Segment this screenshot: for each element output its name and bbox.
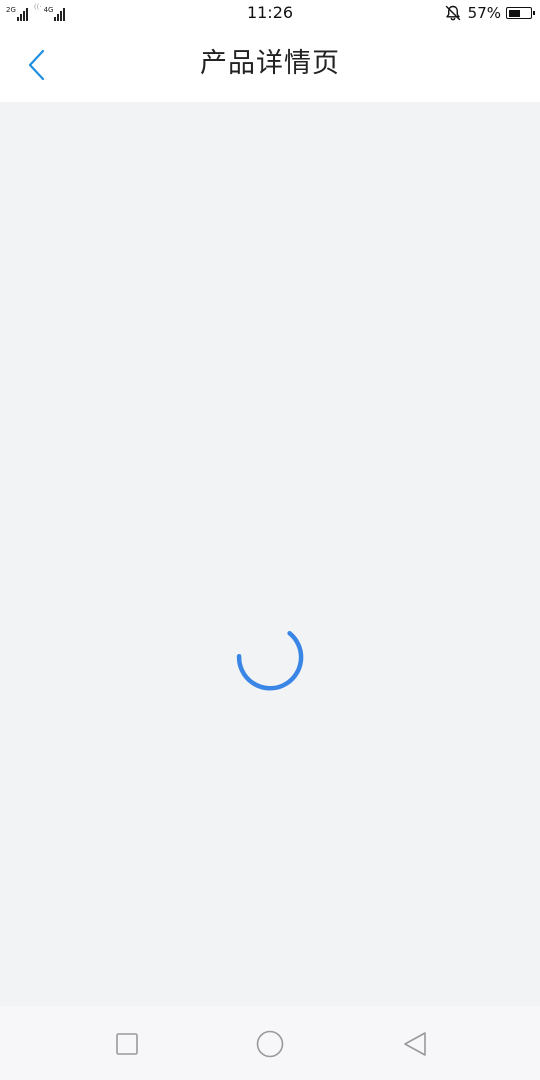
content-area bbox=[0, 102, 540, 1006]
home-button[interactable] bbox=[252, 1026, 288, 1062]
battery-icon bbox=[506, 7, 535, 19]
circle-home-icon bbox=[256, 1030, 284, 1058]
recents-button[interactable] bbox=[109, 1026, 145, 1062]
app-header: 产品详情页 bbox=[0, 26, 540, 102]
system-nav-bar bbox=[0, 1006, 540, 1080]
nav-back-button[interactable] bbox=[397, 1026, 433, 1062]
square-recents-icon bbox=[116, 1033, 138, 1055]
status-right: 57% bbox=[444, 3, 535, 23]
battery-tip bbox=[533, 11, 535, 15]
status-bar: 2G ((· 4G 11:26 57% bbox=[0, 0, 540, 26]
triangle-back-icon bbox=[404, 1032, 426, 1056]
loading-spinner-icon bbox=[236, 630, 304, 691]
battery-percent: 57% bbox=[467, 4, 501, 22]
page-title: 产品详情页 bbox=[200, 48, 340, 79]
bell-muted-icon bbox=[445, 5, 460, 21]
battery-level bbox=[508, 9, 520, 17]
